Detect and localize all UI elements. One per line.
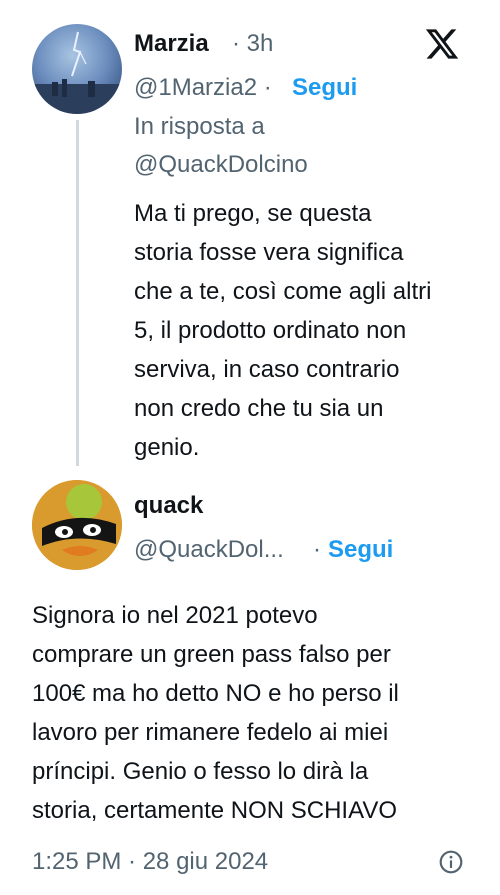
post-text: Signora io nel 2021 potevo comprare un g… (32, 596, 399, 830)
text-line: comprare un green pass falso per (32, 641, 391, 668)
author-handle[interactable]: @QuackDol... (134, 536, 284, 564)
text-line: Signora io nel 2021 potevo (32, 602, 318, 629)
text-line: non credo che tu sia un (134, 395, 384, 422)
text-line: lavoro per rimanere fedelo ai miei (32, 719, 389, 746)
text-line: genio. (134, 434, 200, 461)
post-text: Ma ti prego, se questa storia fosse vera… (134, 194, 431, 467)
post-time[interactable]: · 3h (232, 30, 273, 58)
text-line: Ma ti prego, se questa (134, 200, 372, 227)
post-timestamp[interactable]: 1:25 PM · 28 giu 2024 (32, 848, 268, 876)
reply-to-label: In risposta a (134, 113, 265, 140)
author-name[interactable]: Marzia (134, 30, 209, 58)
info-icon[interactable] (438, 849, 464, 875)
author-handle[interactable]: @1Marzia2 · (134, 74, 272, 102)
avatar-quack[interactable] (32, 480, 122, 570)
text-line: storia, certamente NON SCHIAVO (32, 797, 397, 824)
text-line: príncipi. Genio o fesso lo dirà la (32, 758, 369, 785)
text-line: che a te, così come agli altri (134, 278, 432, 305)
author-name[interactable]: quack (134, 492, 203, 520)
thread-connector-line (76, 120, 79, 466)
text-line: storia fosse vera significa (134, 239, 404, 266)
reply-to-handle[interactable]: @QuackDolcino (134, 151, 308, 179)
text-line: 5, il prodotto ordinato non (134, 317, 407, 344)
avatar-image (32, 480, 122, 570)
text-line: serviva, in caso contrario (134, 356, 400, 383)
text-line: 100€ ma ho detto NO e ho perso il (32, 680, 399, 707)
avatar-image (32, 31, 122, 114)
follow-button[interactable]: Segui (328, 536, 393, 564)
x-logo-icon[interactable] (424, 26, 460, 62)
separator-dot: · (313, 536, 321, 563)
follow-button[interactable]: Segui (292, 74, 357, 102)
avatar-marzia[interactable] (32, 24, 122, 114)
